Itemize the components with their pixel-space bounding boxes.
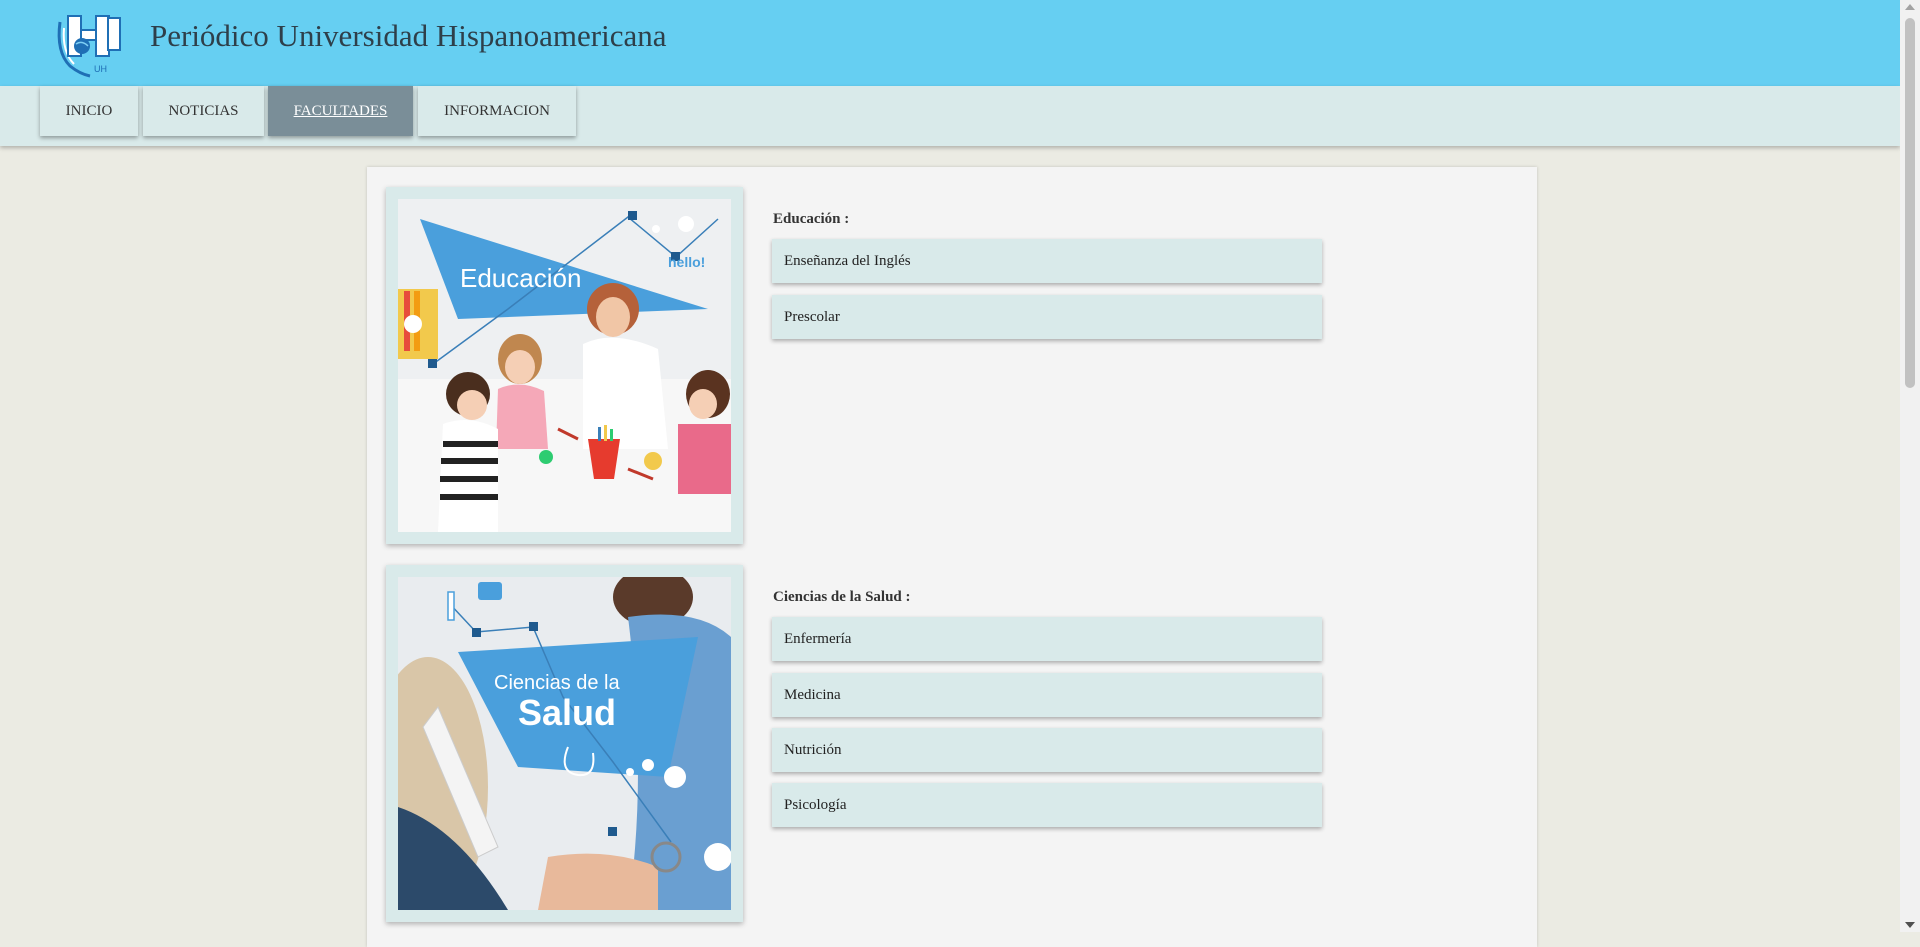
educacion-banner-tag: hello! [668, 254, 705, 270]
educacion-title: Educación : [773, 211, 850, 227]
salud-card[interactable]: Ciencias de la Salud [386, 565, 743, 922]
scroll-up-arrow-icon[interactable] [1905, 4, 1915, 10]
educacion-image: hello! Educación [398, 199, 731, 532]
career-item-psicologia[interactable]: Psicología [772, 783, 1322, 827]
educacion-card[interactable]: hello! Educación [386, 187, 743, 544]
faculties-panel: hello! Educación Educación: Enseñanza d… [367, 167, 1537, 947]
page-scrollbar[interactable] [1900, 0, 1920, 932]
nav-inicio[interactable]: INICIO [40, 86, 138, 136]
nav-facultades[interactable]: FACULTADES [268, 86, 413, 136]
salud-banner-line1: Ciencias de la [494, 672, 621, 694]
university-logo[interactable]: UH [50, 8, 126, 78]
site-header: UH Periódico Universidad Hispanoamerican… [0, 0, 1900, 86]
nav-informacion[interactable]: INFORMACION [418, 86, 576, 136]
scroll-down-arrow-icon[interactable] [1905, 922, 1915, 928]
salud-banner-line2: Salud [518, 692, 616, 733]
site-title: Periódico Universidad Hispanoamericana [150, 18, 667, 53]
nav-noticias[interactable]: NOTICIAS [143, 86, 264, 136]
career-item-nutricion[interactable]: Nutrición [772, 728, 1322, 772]
career-item-prescolar[interactable]: Prescolar [772, 295, 1322, 339]
salud-title: Ciencias de la Salud : [773, 589, 911, 605]
salud-image: Ciencias de la Salud [398, 577, 731, 910]
scrollbar-thumb[interactable] [1905, 18, 1915, 388]
educacion-banner-text: Educación [460, 263, 581, 293]
logo-text: UH [94, 64, 107, 74]
main-navbar: INICIO NOTICIAS FACULTADES INFORMACION [0, 86, 1900, 146]
career-item-medicina[interactable]: Medicina [772, 673, 1322, 717]
career-item-enfermeria[interactable]: Enfermería [772, 617, 1322, 661]
career-item-ensenanza-ingles[interactable]: Enseñanza del Inglés [772, 239, 1322, 283]
